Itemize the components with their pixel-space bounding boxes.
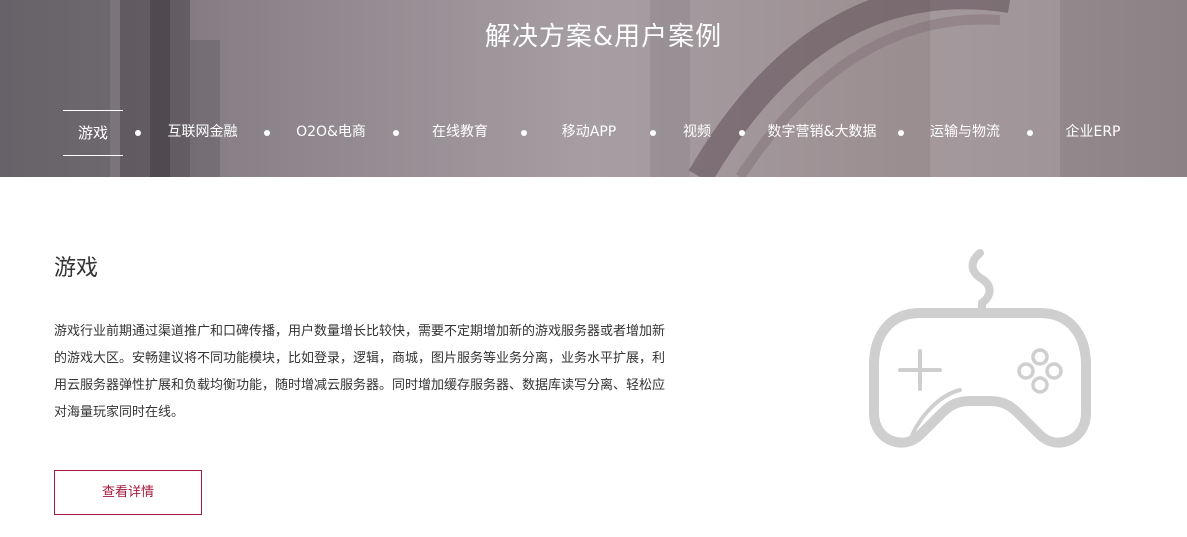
nav-separator-dot [739,130,745,136]
tab-game[interactable]: 游戏 [63,110,123,156]
section-description: 游戏行业前期通过渠道推广和口碑传播，用户数量增长比较快，需要不定期增加新的游戏服… [54,318,719,426]
tab-o2o-ecommerce[interactable]: O2O&电商 [288,110,374,156]
tab-video[interactable]: 视频 [676,110,718,156]
tab-online-education[interactable]: 在线教育 [426,110,494,156]
nav-separator-dot [393,130,399,136]
tab-enterprise-erp[interactable]: 企业ERP [1060,110,1126,156]
banner-title: 解决方案&用户案例 [484,22,723,52]
section-title: 游戏 [54,256,99,281]
tab-internet-finance[interactable]: 互联网金融 [160,110,245,156]
nav-separator-dot [521,130,527,136]
description-line: 游戏行业前期通过渠道推广和口碑传播，用户数量增长比较快，需要不定期增加新的游戏服… [54,324,666,339]
tab-mobile-app[interactable]: 移动APP [555,110,623,156]
tab-digital-marketing-big-data[interactable]: 数字营销&大数据 [761,110,883,156]
description-line: 的游戏大区。安畅建议将不同功能模块，比如登录，逻辑，商城，图片服务等业务分离，业… [54,351,666,366]
view-details-button[interactable]: 查看详情 [54,470,202,515]
description-line: 用云服务器弹性扩展和负载均衡功能，随时增减云服务器。同时增加缓存服务器、数据库读… [54,378,666,393]
nav-separator-dot [1027,130,1033,136]
hero-banner: 解决方案&用户案例 游戏 互联网金融 O2O&电商 在线教育 移动APP 视频 … [0,0,1187,177]
tab-transport-logistics[interactable]: 运输与物流 [924,110,1006,156]
nav-separator-dot [264,130,270,136]
nav-separator-dot [650,130,656,136]
gamepad-icon [869,249,1091,448]
nav-separator-dot [135,130,141,136]
nav-separator-dot [898,130,904,136]
description-line: 对海量玩家同时在线。 [54,405,185,420]
solution-tabs: 游戏 互联网金融 O2O&电商 在线教育 移动APP 视频 数字营销&大数据 运… [0,110,1187,156]
